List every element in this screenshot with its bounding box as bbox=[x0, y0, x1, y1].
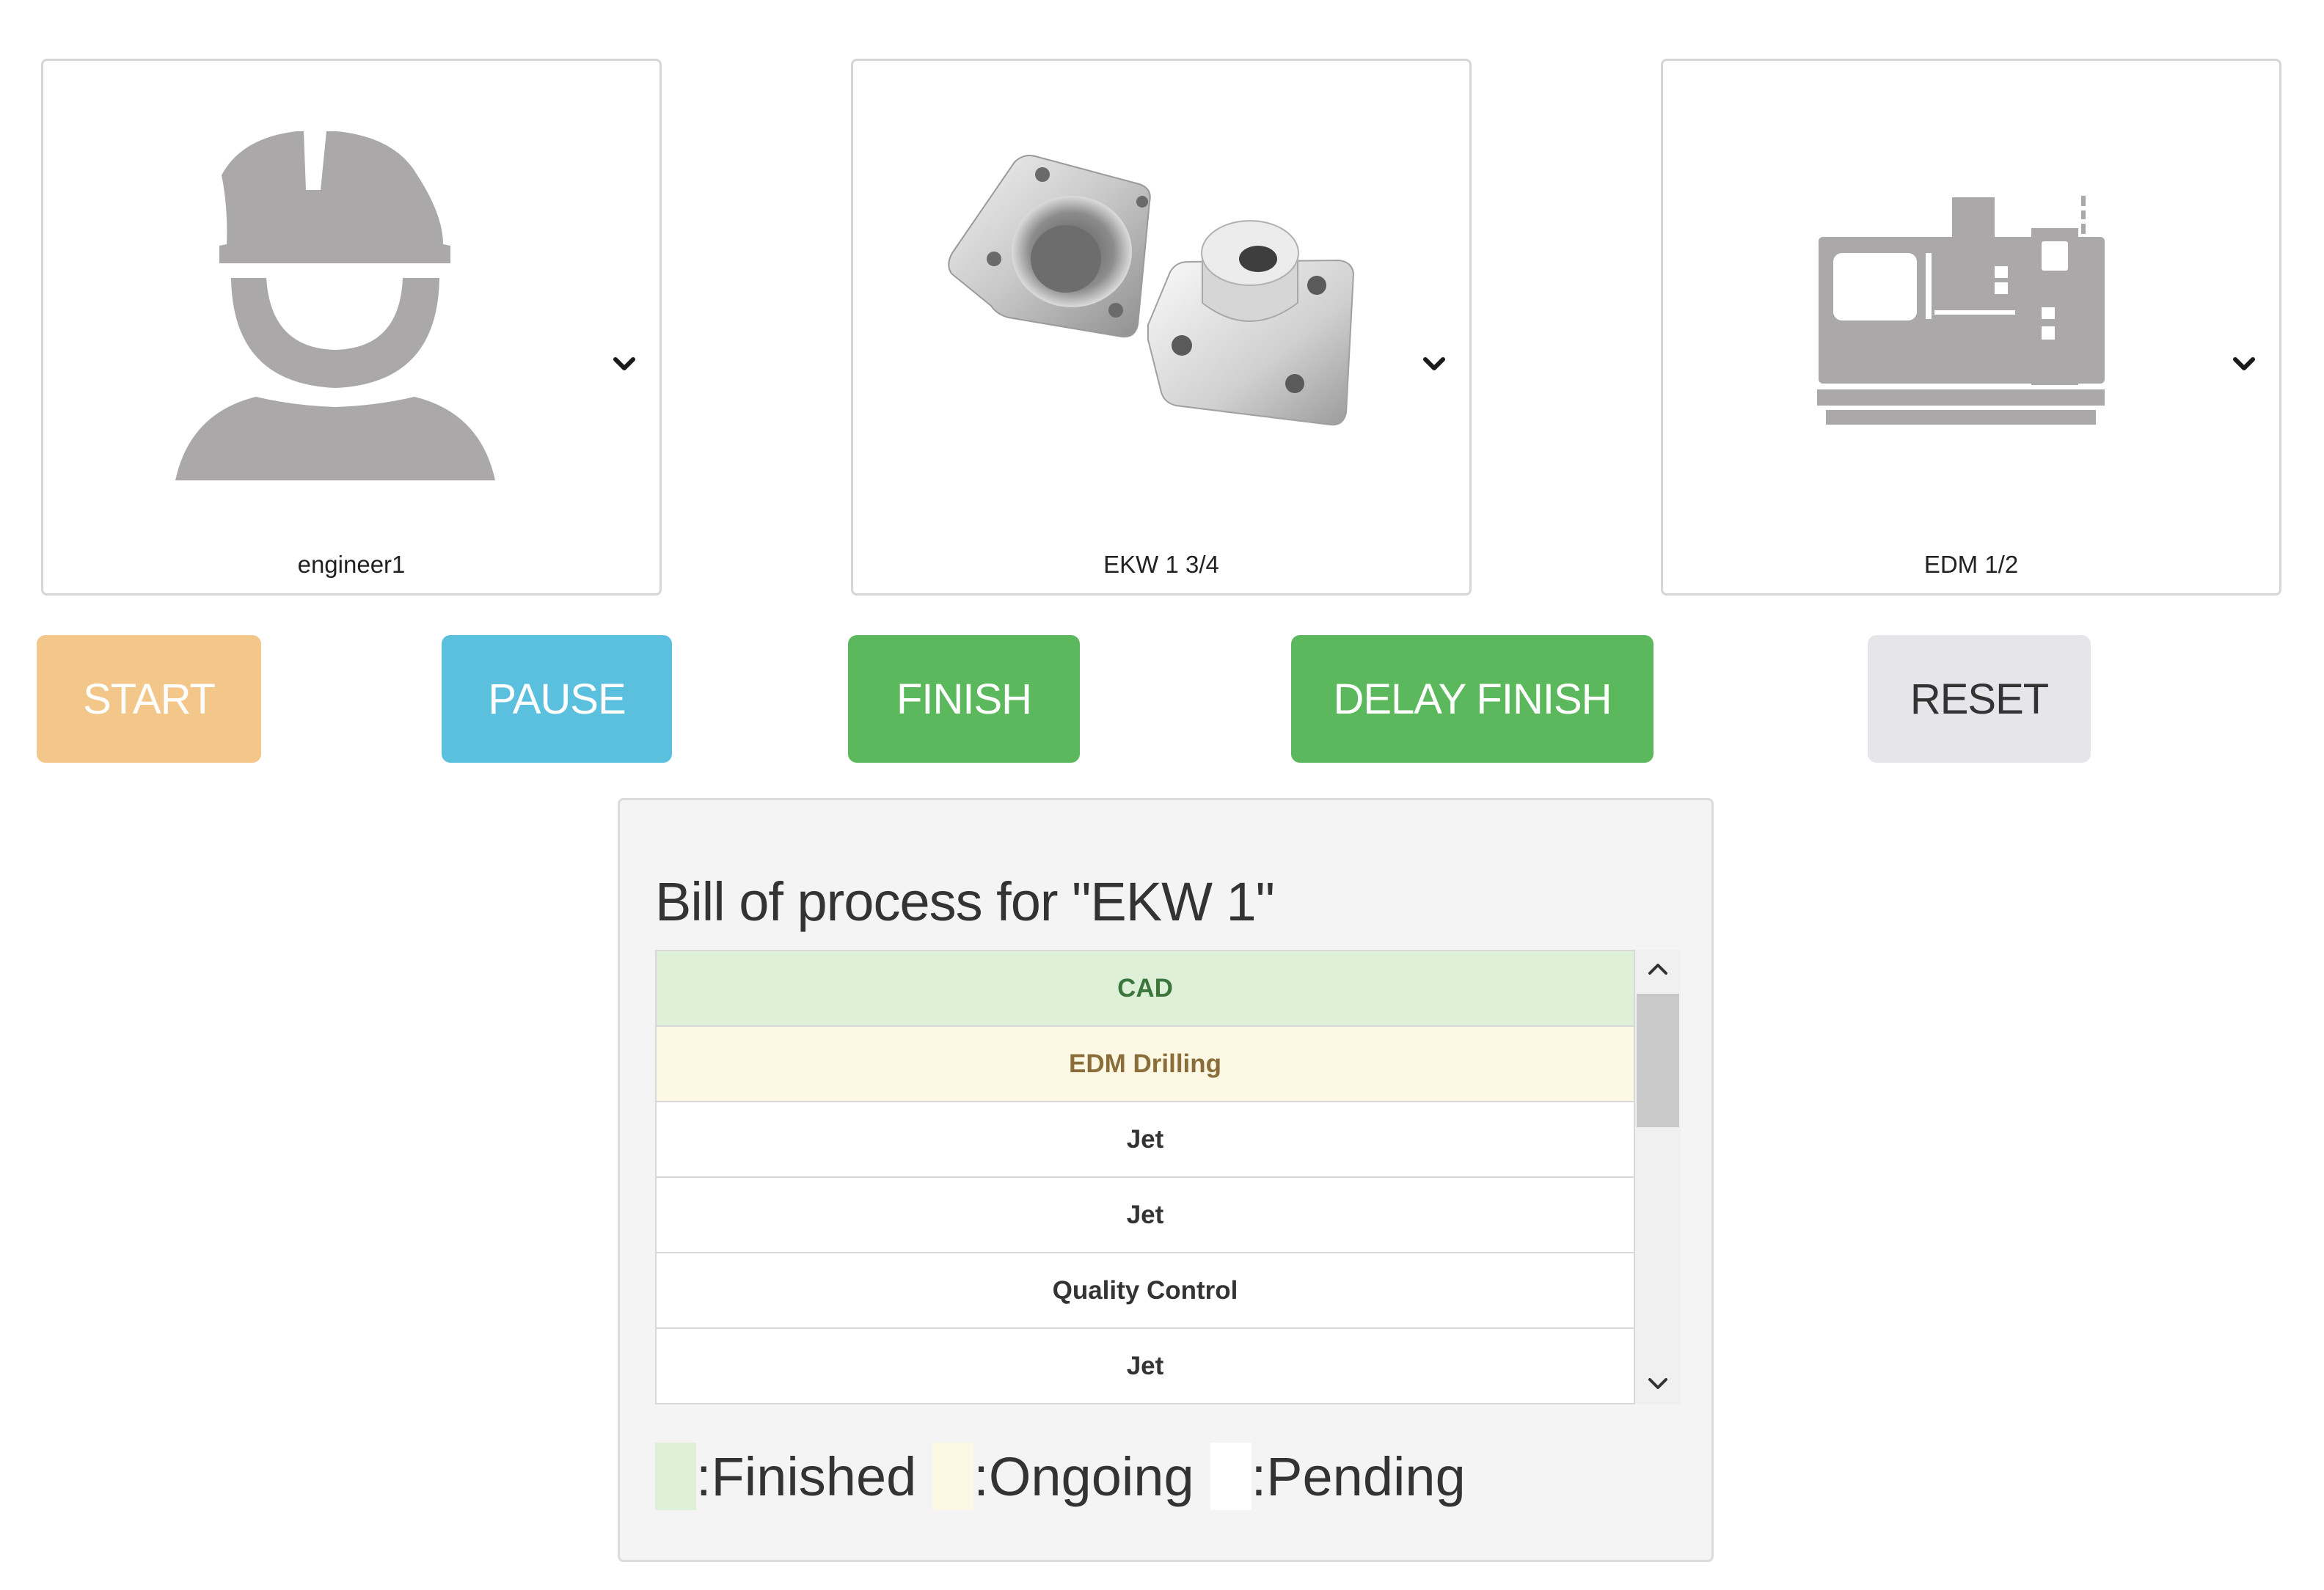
chevron-down-icon[interactable] bbox=[611, 351, 637, 378]
bill-of-process-title: Bill of process for "EKW 1" bbox=[655, 871, 1275, 932]
chevron-down-icon[interactable] bbox=[2231, 351, 2257, 378]
bill-of-process-panel: Bill of process for "EKW 1" CAD EDM Dril… bbox=[618, 798, 1714, 1562]
finished-swatch bbox=[655, 1443, 696, 1510]
process-step-list[interactable]: CAD EDM Drilling Jet Jet Quality Control… bbox=[655, 950, 1635, 1404]
pending-legend-label: :Pending bbox=[1251, 1446, 1466, 1507]
step-list-scrollbar[interactable] bbox=[1635, 950, 1681, 1404]
delay-finish-button[interactable]: DELAY FINISH bbox=[1291, 635, 1654, 763]
process-step-row[interactable]: Jet bbox=[657, 1102, 1634, 1178]
machine-name: EDM 1/2 bbox=[1923, 551, 2019, 578]
ongoing-legend-label: :Ongoing bbox=[973, 1446, 1194, 1507]
process-step-label: Quality Control bbox=[1052, 1275, 1238, 1305]
process-step-row[interactable]: Quality Control bbox=[657, 1253, 1634, 1329]
engineer-select-card[interactable]: engineer1 bbox=[41, 59, 662, 596]
process-step-label: EDM Drilling bbox=[1068, 1049, 1222, 1078]
scroll-up-icon[interactable] bbox=[1645, 957, 1670, 982]
part-select-card[interactable]: EKW 1 3/4 bbox=[851, 59, 1472, 596]
process-step-row[interactable]: Jet bbox=[657, 1329, 1634, 1403]
process-step-label: CAD bbox=[1117, 973, 1173, 1003]
chevron-down-icon[interactable] bbox=[1421, 351, 1447, 378]
process-step-row[interactable]: CAD bbox=[657, 951, 1634, 1027]
metal-flange-part-image bbox=[948, 155, 1355, 426]
process-step-label: Jet bbox=[1126, 1351, 1164, 1380]
finished-legend-label: :Finished bbox=[696, 1446, 917, 1507]
process-step-label: Jet bbox=[1126, 1124, 1164, 1154]
start-button[interactable]: START bbox=[37, 635, 261, 763]
pause-button[interactable]: PAUSE bbox=[442, 635, 672, 763]
cnc-machine-icon bbox=[1817, 196, 2105, 425]
reset-button[interactable]: RESET bbox=[1868, 635, 2091, 763]
status-legend: :Finished :Ongoing :Pending bbox=[655, 1441, 1482, 1512]
machine-select-card[interactable]: EDM 1/2 bbox=[1661, 59, 2281, 596]
process-step-row[interactable]: Jet bbox=[657, 1178, 1634, 1253]
scrollbar-thumb[interactable] bbox=[1637, 994, 1679, 1127]
ongoing-swatch bbox=[932, 1443, 974, 1510]
process-step-row[interactable]: EDM Drilling bbox=[657, 1027, 1634, 1102]
part-name: EKW 1 3/4 bbox=[1103, 551, 1219, 578]
process-step-label: Jet bbox=[1126, 1200, 1164, 1229]
finish-button[interactable]: FINISH bbox=[848, 635, 1080, 763]
pending-swatch bbox=[1210, 1443, 1251, 1510]
engineer-hardhat-icon bbox=[175, 131, 495, 480]
scroll-down-icon[interactable] bbox=[1645, 1371, 1670, 1396]
engineer-name: engineer1 bbox=[297, 551, 406, 578]
